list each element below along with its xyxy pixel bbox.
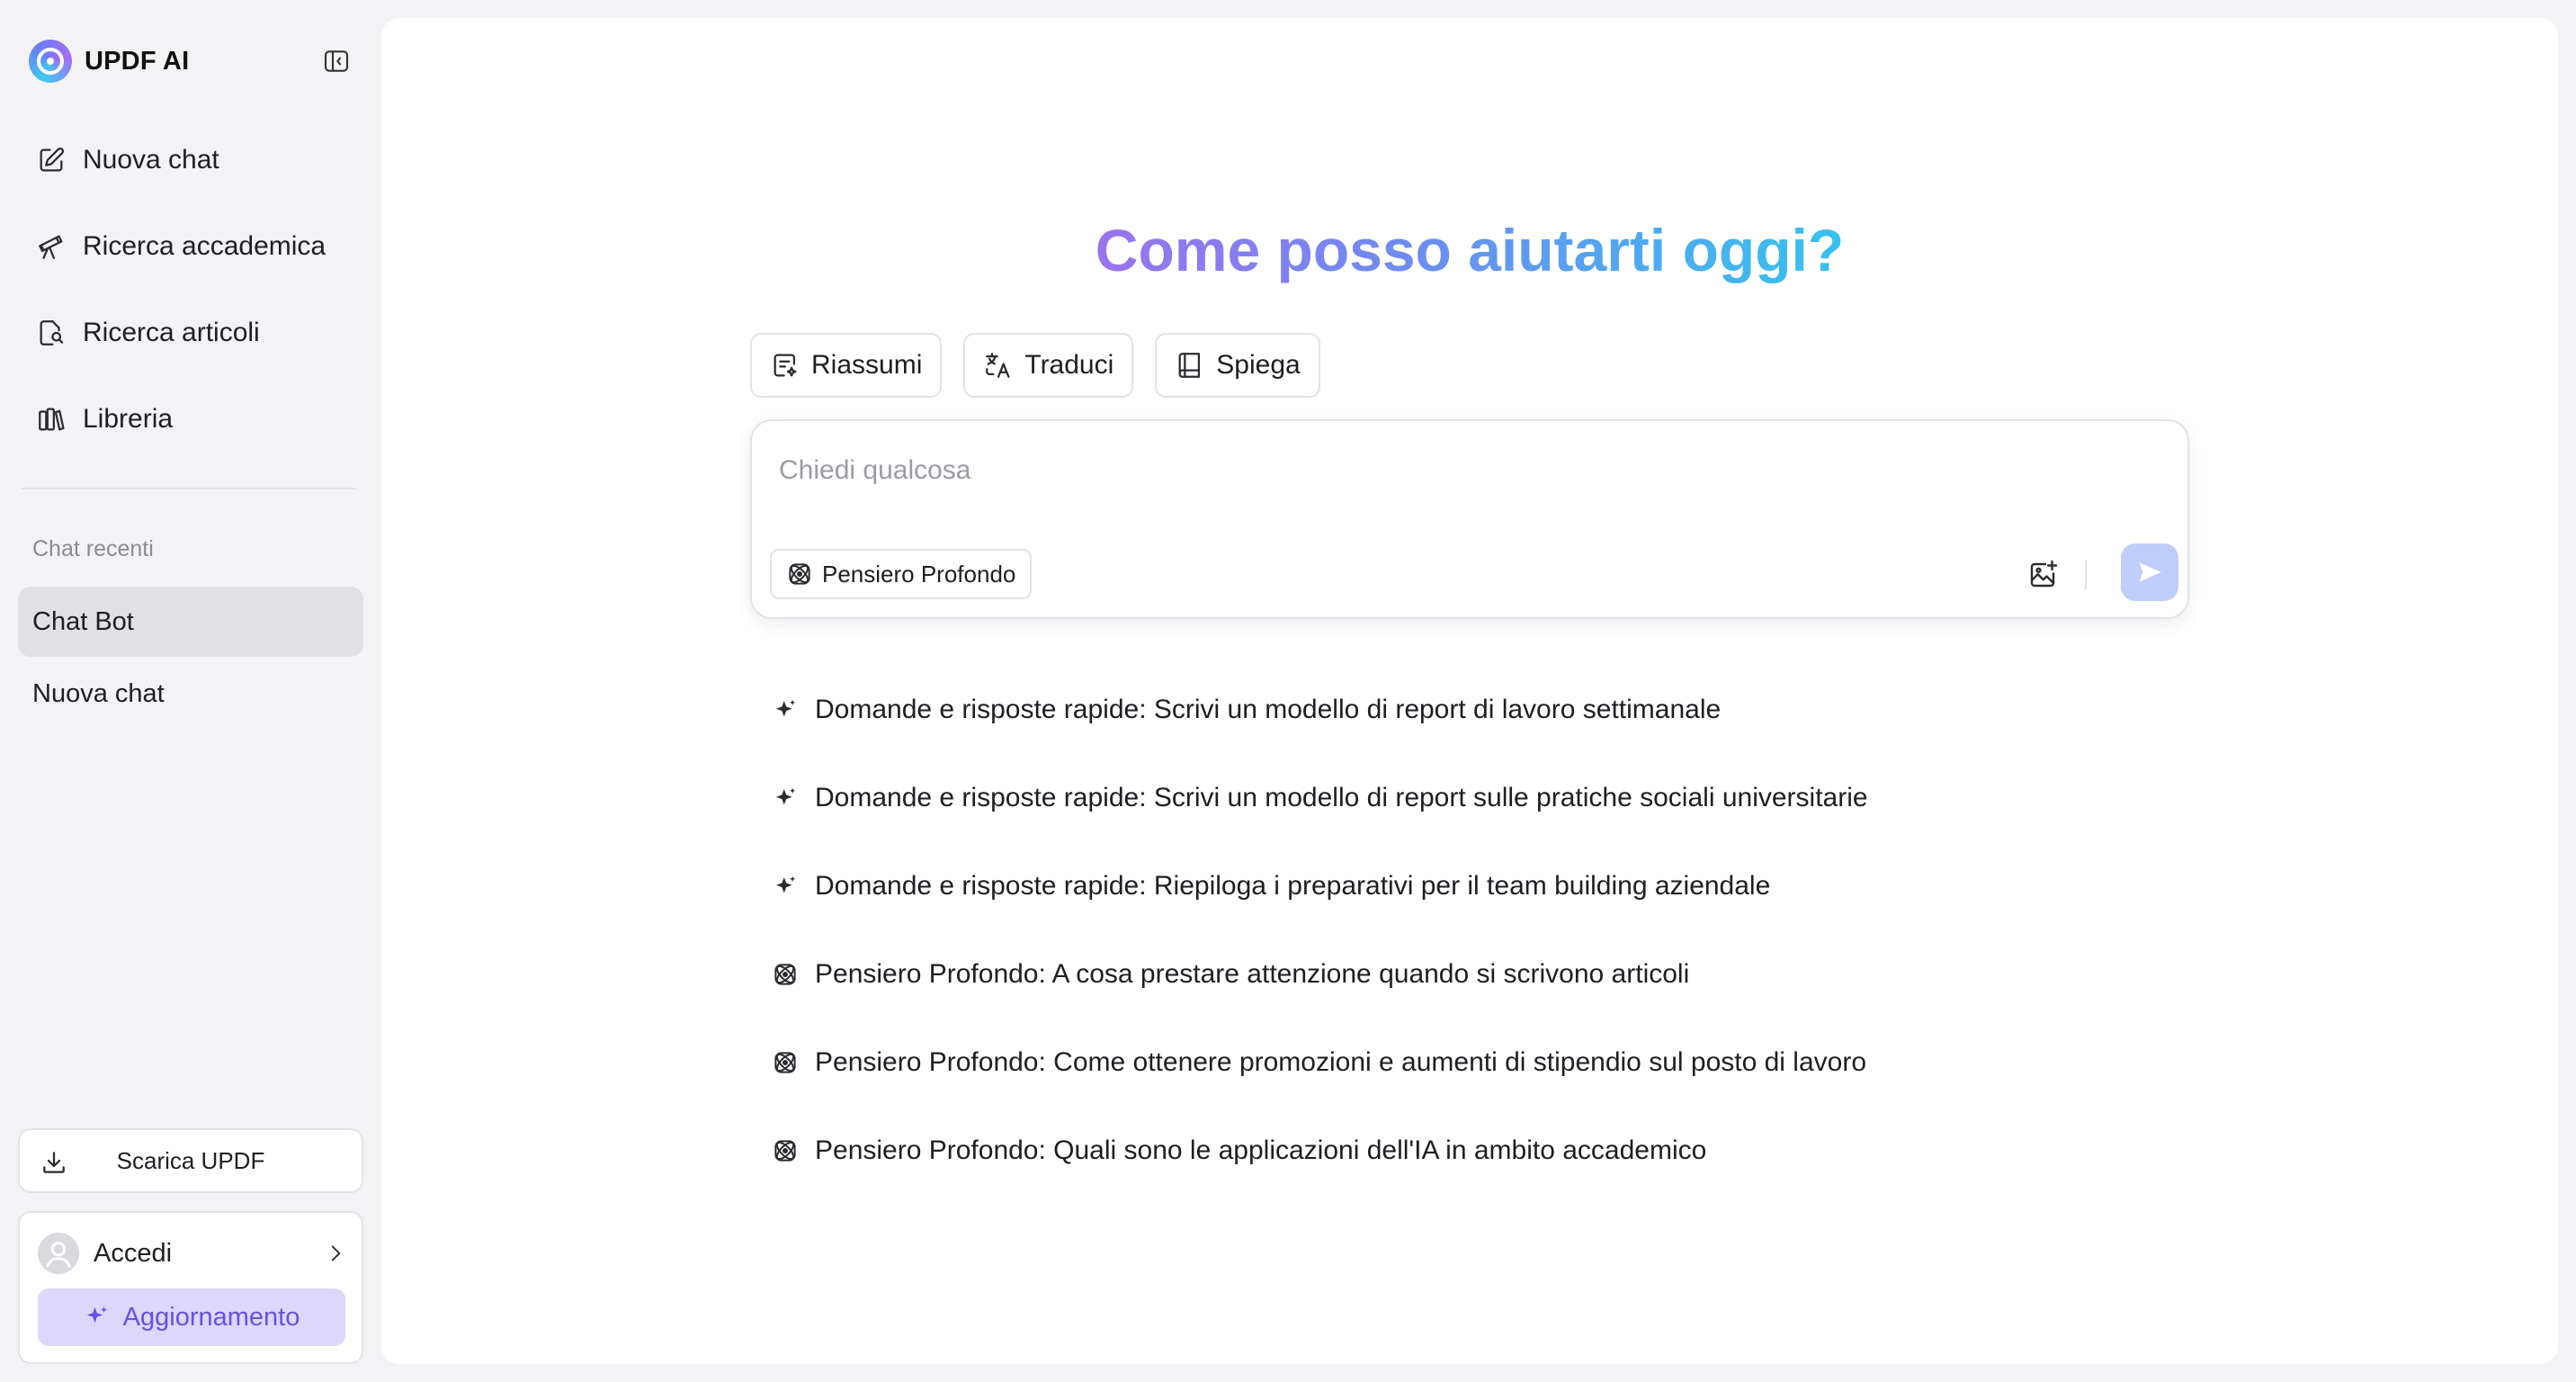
chat-composer: Pensiero Profondo <box>750 419 2189 619</box>
suggestion-text: Domande e risposte rapide: Scrivi un mod… <box>815 695 1722 724</box>
book-icon <box>1178 353 1201 378</box>
suggestion-text: Pensiero Profondo: Come ottenere promozi… <box>815 1047 1867 1077</box>
translate-label: Traduci <box>1024 350 1114 380</box>
updf-logo-icon <box>29 40 72 83</box>
deep-think-label: Pensiero Profondo <box>822 560 1016 588</box>
atom-icon <box>774 1140 796 1162</box>
sparkle-icon <box>776 699 796 717</box>
suggestion-item[interactable]: Domande e risposte rapide: Scrivi un mod… <box>772 754 2301 842</box>
download-updf-button[interactable]: Scarica UPDF <box>18 1128 363 1193</box>
recent-chat-item[interactable]: Nuova chat <box>18 659 363 729</box>
sidebar-toggle-icon <box>324 50 349 72</box>
suggestion-item[interactable]: Pensiero Profondo: Come ottenere promozi… <box>772 1019 2301 1107</box>
atom-icon <box>774 1052 796 1073</box>
account-card: Accedi Aggiornamento <box>18 1211 363 1364</box>
login-label: Accedi <box>94 1238 173 1268</box>
sparkle-icon <box>86 1306 107 1324</box>
sparkle-icon <box>776 787 796 805</box>
sidebar-nav: Nuova chat Ricerca accademica Ricerca ar… <box>18 124 363 455</box>
brand-name: UPDF AI <box>85 46 190 76</box>
upgrade-button[interactable]: Aggiornamento <box>38 1288 345 1346</box>
suggestion-item[interactable]: Domande e risposte rapide: Riepiloga i p… <box>772 842 2301 930</box>
sidebar-item-academic-research[interactable]: Ricerca accademica <box>18 211 363 283</box>
page-title: Come posso aiutarti oggi? <box>381 214 2558 286</box>
upload-image-button[interactable] <box>2020 552 2065 597</box>
ask-input[interactable] <box>779 448 2020 493</box>
sidebar-item-new-chat[interactable]: Nuova chat <box>18 124 363 196</box>
recent-chats-heading: Chat recenti <box>32 536 154 561</box>
summary-icon <box>774 354 797 377</box>
summarize-label: Riassumi <box>811 350 923 380</box>
suggestion-text: Domande e risposte rapide: Riepiloga i p… <box>815 871 1771 901</box>
suggestion-item[interactable]: Domande e risposte rapide: Scrivi un mod… <box>772 666 2301 754</box>
user-icon <box>46 1241 71 1268</box>
collapse-sidebar-button[interactable] <box>320 45 353 77</box>
upgrade-label: Aggiornamento <box>122 1302 300 1332</box>
download-icon <box>43 1152 65 1173</box>
sidebar-divider <box>22 488 356 489</box>
translate-button[interactable]: Traduci <box>963 333 1134 398</box>
quick-actions: Riassumi Traduci Spiega <box>750 333 1320 398</box>
send-icon <box>2139 562 2161 582</box>
explain-button[interactable]: Spiega <box>1155 333 1320 398</box>
download-label: Scarica UPDF <box>116 1146 265 1174</box>
composer-separator <box>2085 560 2087 590</box>
recent-chat-item[interactable]: Chat Bot <box>18 587 363 657</box>
document-search-icon <box>40 320 64 346</box>
image-upload-icon <box>2030 560 2058 588</box>
send-button[interactable] <box>2121 543 2178 601</box>
chevron-right-icon <box>331 1245 341 1261</box>
suggestion-item[interactable]: Pensiero Profondo: A cosa prestare atten… <box>772 930 2301 1019</box>
telescope-icon <box>39 235 63 259</box>
atom-icon <box>789 563 810 585</box>
sidebar-item-label: Nuova chat <box>83 145 219 175</box>
sidebar-item-label: Libreria <box>83 404 174 434</box>
edit-icon <box>40 147 65 172</box>
app-window: UPDF AI Nuova chat Ricerca accademica Ri… <box>0 0 2576 1382</box>
sidebar: UPDF AI Nuova chat Ricerca accademica Ri… <box>0 0 378 1382</box>
sparkle-icon <box>776 875 796 893</box>
explain-label: Spiega <box>1216 350 1301 380</box>
suggestion-text: Domande e risposte rapide: Scrivi un mod… <box>815 783 1868 812</box>
sidebar-item-label: Ricerca accademica <box>83 231 326 261</box>
sidebar-item-library[interactable]: Libreria <box>18 383 363 455</box>
deep-think-toggle[interactable]: Pensiero Profondo <box>770 549 1033 599</box>
suggestion-text: Pensiero Profondo: Quali sono le applica… <box>815 1135 1707 1165</box>
avatar <box>38 1233 79 1274</box>
translate-icon <box>986 353 1010 378</box>
suggestion-list: Domande e risposte rapide: Scrivi un mod… <box>772 666 2301 1195</box>
sidebar-item-article-search[interactable]: Ricerca articoli <box>18 297 363 369</box>
recent-chats-list: Chat Bot Nuova chat <box>18 587 363 729</box>
main-panel: Come posso aiutarti oggi? Riassumi Tradu… <box>381 18 2558 1364</box>
sidebar-item-label: Ricerca articoli <box>83 318 260 347</box>
brand[interactable]: UPDF AI <box>29 40 189 83</box>
login-button[interactable]: Accedi <box>38 1231 347 1276</box>
suggestion-text: Pensiero Profondo: A cosa prestare atten… <box>815 959 1690 989</box>
summarize-button[interactable]: Riassumi <box>750 333 943 398</box>
suggestion-item[interactable]: Pensiero Profondo: Quali sono le applica… <box>772 1107 2301 1195</box>
headline-text: Come posso aiutarti oggi? <box>1095 217 1845 283</box>
atom-icon <box>774 964 796 985</box>
library-icon <box>39 408 65 431</box>
